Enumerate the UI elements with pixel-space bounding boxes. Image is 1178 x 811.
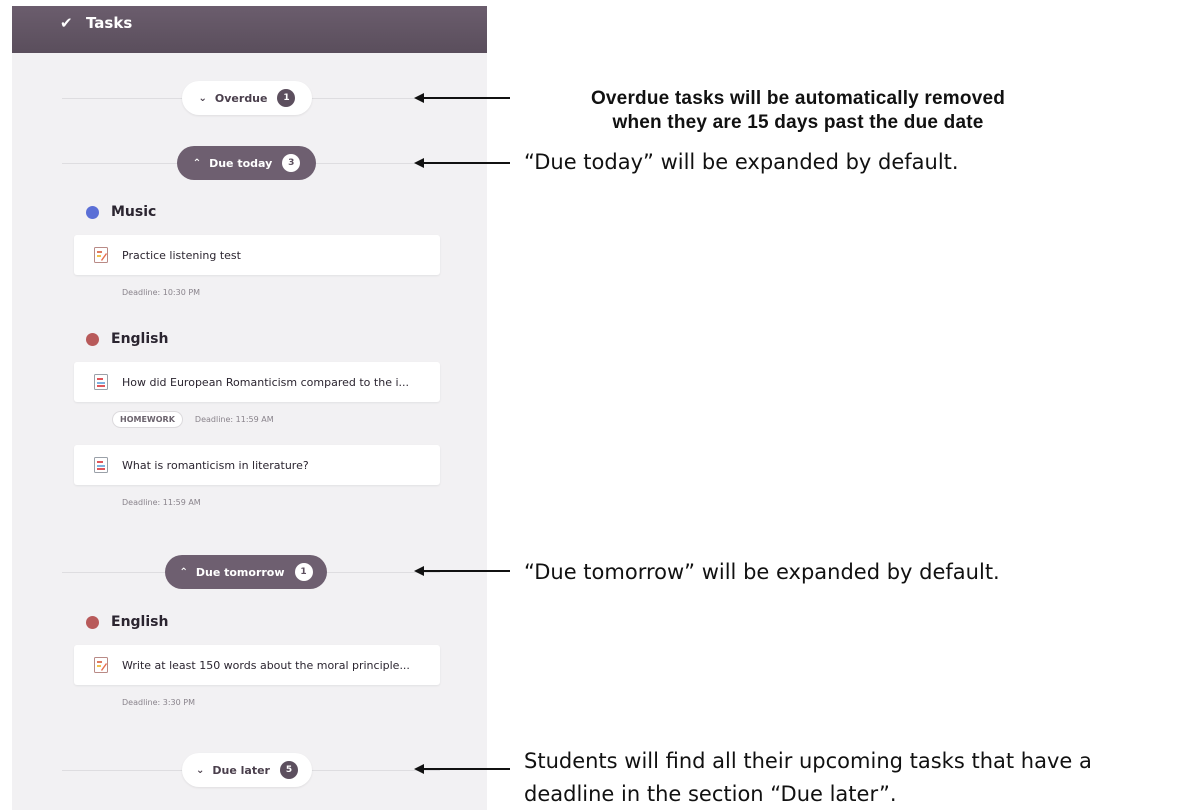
overdue-annotation: Overdue tasks will be automatically remo… [508, 87, 1088, 135]
task-item[interactable]: What is romanticism in literature? [74, 445, 440, 485]
document-icon [94, 374, 108, 390]
task-deadline: Deadline: 11:59 AM [122, 498, 201, 507]
due-later-toggle[interactable]: ⌄ Due later 5 [182, 753, 312, 787]
due-today-label: Due today [209, 156, 273, 170]
chevron-down-icon: ⌄ [196, 764, 205, 776]
tomorrow-annotation: “Due tomorrow” will be expanded by defau… [524, 560, 1000, 584]
subject-english: English [86, 614, 168, 630]
due-today-toggle[interactable]: ⌃ Due today 3 [177, 146, 316, 180]
chevron-up-icon: ⌃ [192, 157, 202, 169]
today-annotation: “Due today” will be expanded by default. [524, 150, 959, 174]
annotation-line: Overdue tasks will be automatically remo… [590, 88, 1006, 109]
task-item[interactable]: How did European Romanticism compared to… [74, 362, 440, 402]
task-meta: HOMEWORK Deadline: 11:59 AM [112, 411, 274, 428]
deadline-text: Deadline: 11:59 AM [194, 415, 274, 424]
deadline-text: Deadline: 3:30 PM [122, 698, 195, 707]
overdue-label: Overdue [214, 91, 268, 105]
task-deadline: Deadline: 3:30 PM [122, 698, 195, 707]
deadline-text: Deadline: 11:59 AM [122, 498, 201, 507]
annotation-line: Students will find all their upcoming ta… [524, 749, 1092, 773]
due-later-count: 5 [279, 761, 298, 779]
english-color-dot [86, 332, 99, 346]
due-tomorrow-label: Due tomorrow [195, 565, 285, 579]
subject-music: Music [86, 204, 156, 220]
arrow-left-icon [414, 764, 510, 774]
music-color-dot [86, 205, 99, 219]
arrow-left-icon [414, 158, 510, 168]
task-item[interactable]: Practice listening test [74, 235, 440, 275]
task-title: Practice listening test [122, 248, 241, 262]
english-color-dot [86, 615, 99, 629]
tasks-header[interactable]: ✔ Tasks [12, 6, 487, 53]
homework-badge: HOMEWORK [112, 411, 183, 428]
assignment-icon [94, 247, 108, 263]
chevron-down-icon: ⌄ [198, 92, 207, 104]
later-annotation: Students will find all their upcoming ta… [524, 745, 1174, 811]
overdue-toggle[interactable]: ⌄ Overdue 1 [182, 81, 312, 115]
subject-label: English [111, 331, 169, 347]
check-icon: ✔ [60, 14, 73, 32]
annotation-line: when they are 15 days past the due date [612, 112, 984, 133]
subject-label: Music [111, 204, 157, 220]
due-today-count: 3 [282, 154, 301, 172]
task-title: How did European Romanticism compared to… [122, 375, 410, 389]
tasks-panel: ✔ Tasks ⌄ Overdue 1 ⌃ Due today 3 Music … [12, 6, 487, 810]
task-item[interactable]: Write at least 150 words about the moral… [74, 645, 440, 685]
assignment-icon [94, 657, 108, 673]
tasks-title: Tasks [86, 13, 133, 32]
deadline-text: Deadline: 10:30 PM [122, 288, 201, 297]
task-deadline: Deadline: 10:30 PM [122, 288, 200, 297]
subject-english: English [86, 331, 168, 347]
due-later-label: Due later [212, 763, 270, 777]
document-icon [94, 457, 108, 473]
subject-label: English [111, 614, 169, 630]
arrow-left-icon [414, 93, 510, 103]
arrow-left-icon [414, 566, 510, 576]
due-tomorrow-toggle[interactable]: ⌃ Due tomorrow 1 [165, 555, 327, 589]
task-title: Write at least 150 words about the moral… [122, 658, 410, 672]
chevron-up-icon: ⌃ [179, 566, 188, 578]
overdue-count: 1 [277, 89, 296, 107]
due-tomorrow-count: 1 [294, 563, 313, 581]
annotation-line: deadline in the section “Due later”. [524, 782, 897, 806]
task-title: What is romanticism in literature? [122, 458, 309, 472]
